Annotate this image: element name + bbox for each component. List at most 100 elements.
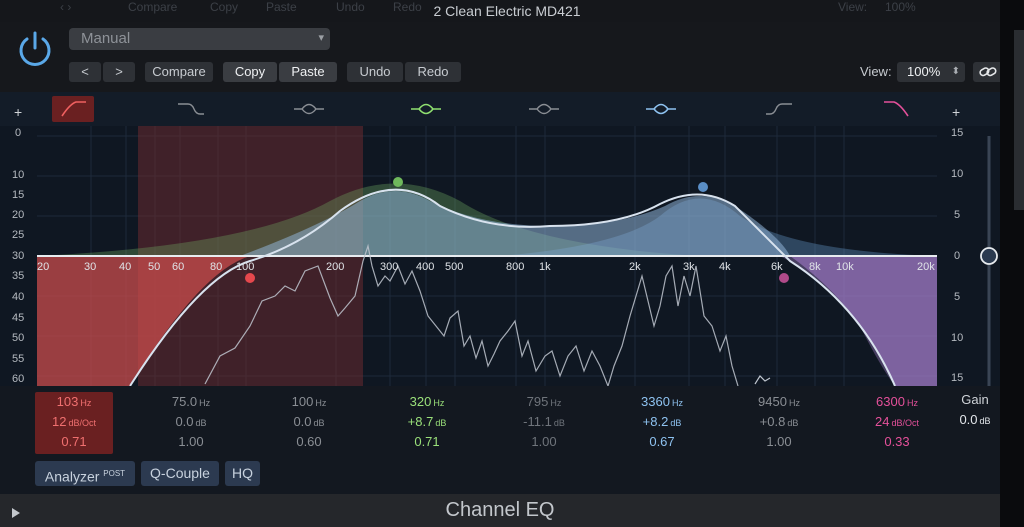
bell-icon[interactable] bbox=[523, 96, 565, 122]
band-params-lowshelf[interactable]: 75.0 Hz 0.0 dB 1.00 bbox=[152, 392, 230, 452]
band-params-4[interactable]: 320 Hz +8.7 dB 0.71 bbox=[388, 392, 466, 452]
hz-label: 3k bbox=[683, 261, 695, 273]
slope-value[interactable]: 12 bbox=[52, 414, 66, 429]
analyzer-label: Analyzer bbox=[44, 468, 100, 485]
compare-button[interactable]: Compare bbox=[145, 62, 213, 82]
db-left-plus[interactable]: + bbox=[14, 104, 22, 120]
slope-unit: dB/Oct bbox=[68, 418, 96, 428]
analyzer-button[interactable]: Analyzer POST bbox=[35, 461, 135, 486]
low-shelf-icon[interactable] bbox=[170, 96, 212, 122]
hz-label: 8k bbox=[809, 261, 821, 273]
db-label-right: 0 bbox=[954, 250, 961, 262]
band-params-highshelf[interactable]: 9450 Hz +0.8 dB 1.00 bbox=[740, 392, 818, 452]
gain-value[interactable]: 0.0 bbox=[959, 412, 977, 427]
db-right-plus[interactable]: + bbox=[952, 104, 960, 120]
plugin-header: Manual ▾ < > Compare Copy Paste Undo Red… bbox=[0, 22, 1003, 92]
gain-unit: dB bbox=[979, 416, 991, 426]
hz-label: 800 bbox=[506, 261, 525, 273]
preset-dropdown[interactable]: Manual ▾ bbox=[69, 28, 330, 50]
copy-button[interactable]: Copy bbox=[223, 62, 277, 82]
freq-unit: Hz bbox=[788, 398, 800, 408]
bell-icon[interactable] bbox=[288, 96, 330, 122]
hz-label: 200 bbox=[326, 261, 345, 273]
gain-value[interactable]: 0.0 bbox=[175, 414, 193, 429]
analyzer-post-label: POST bbox=[103, 469, 126, 478]
q-value[interactable]: 0.33 bbox=[884, 434, 909, 449]
q-value[interactable]: 1.00 bbox=[766, 434, 791, 449]
band-parameters: 103 Hz 12 dB/Oct 0.71 75.0 Hz 0.0 dB 1.00 10… bbox=[0, 386, 1000, 458]
band-params-3[interactable]: 100 Hz 0.0 dB 0.60 bbox=[270, 392, 348, 452]
db-label: 20 bbox=[12, 209, 25, 221]
gain-value[interactable]: -11.1 bbox=[523, 414, 552, 429]
paste-button[interactable]: Paste bbox=[279, 62, 337, 82]
preset-value: Manual bbox=[81, 30, 131, 47]
hz-label: 20 bbox=[37, 261, 50, 273]
freq-value[interactable]: 320 bbox=[410, 394, 432, 409]
gain-unit: dB bbox=[435, 418, 447, 428]
high-cut-icon[interactable] bbox=[876, 96, 918, 122]
hz-label: 80 bbox=[210, 261, 223, 273]
gain-unit: dB bbox=[195, 418, 207, 428]
next-preset-button[interactable]: > bbox=[103, 62, 135, 82]
gain-unit: dB bbox=[787, 418, 799, 428]
q-value[interactable]: 1.00 bbox=[531, 434, 556, 449]
high-shelf-icon[interactable] bbox=[758, 96, 800, 122]
band-4-handle bbox=[393, 177, 403, 187]
side-strip bbox=[1014, 30, 1024, 210]
redo-button[interactable]: Redo bbox=[405, 62, 461, 82]
prev-preset-button[interactable]: < bbox=[69, 62, 101, 82]
hz-label: 10k bbox=[836, 261, 854, 273]
low-cut-icon[interactable] bbox=[52, 96, 94, 122]
freq-value[interactable]: 75.0 bbox=[172, 394, 197, 409]
chevron-down-icon: ▾ bbox=[318, 32, 324, 44]
high-cut-handle bbox=[779, 273, 789, 283]
q-value[interactable]: 0.71 bbox=[414, 434, 439, 449]
band-params-5[interactable]: 795 Hz -11.1 dB 1.00 bbox=[505, 392, 583, 452]
window-title-bar: ‹ › Compare Copy Paste Undo Redo View: 1… bbox=[0, 0, 1024, 22]
eq-graph[interactable]: 0 10 15 20 25 30 35 40 45 50 55 60 15 10… bbox=[0, 126, 1000, 386]
freq-value[interactable]: 103 bbox=[57, 394, 79, 409]
freq-unit: Hz bbox=[671, 398, 683, 408]
slope-value[interactable]: 24 bbox=[875, 414, 889, 429]
hz-label: 400 bbox=[416, 261, 435, 273]
low-cut-handle bbox=[245, 273, 255, 283]
view-zoom-select[interactable]: 100% ⬍ bbox=[897, 62, 965, 82]
q-value[interactable]: 1.00 bbox=[178, 434, 203, 449]
freq-unit: Hz bbox=[550, 398, 562, 408]
gain-value[interactable]: +8.2 bbox=[643, 414, 669, 429]
hq-button[interactable]: HQ bbox=[225, 461, 260, 486]
band-params-lowcut[interactable]: 103 Hz 12 dB/Oct 0.71 bbox=[35, 392, 113, 454]
window-title: 2 Clean Electric MD421 bbox=[433, 3, 581, 19]
q-value[interactable]: 0.71 bbox=[61, 434, 86, 449]
gain-value[interactable]: 0.0 bbox=[293, 414, 311, 429]
q-value[interactable]: 0.60 bbox=[296, 434, 321, 449]
db-label: 60 bbox=[12, 373, 25, 385]
view-zoom-value: 100% bbox=[907, 64, 941, 79]
eq-graph-canvas[interactable] bbox=[0, 126, 1000, 386]
gain-label: Gain bbox=[961, 392, 989, 407]
plugin-footer: Channel EQ bbox=[0, 494, 1000, 527]
gain-value[interactable]: +0.8 bbox=[760, 414, 786, 429]
band-params-highcut[interactable]: 6300 Hz 24 dB/Oct 0.33 bbox=[858, 392, 936, 452]
band-params-6[interactable]: 3360 Hz +8.2 dB 0.67 bbox=[623, 392, 701, 452]
power-icon[interactable] bbox=[16, 30, 54, 68]
undo-button[interactable]: Undo bbox=[347, 62, 403, 82]
freq-value[interactable]: 3360 bbox=[641, 394, 670, 409]
freq-value[interactable]: 6300 bbox=[876, 394, 905, 409]
hz-label: 50 bbox=[148, 261, 161, 273]
db-label: 40 bbox=[12, 291, 25, 303]
freq-unit: Hz bbox=[433, 398, 445, 408]
q-value[interactable]: 0.67 bbox=[649, 434, 674, 449]
band-selector-bar: + + bbox=[0, 92, 1000, 126]
freq-value[interactable]: 9450 bbox=[758, 394, 787, 409]
output-gain[interactable]: Gain 0.0 dB bbox=[951, 390, 999, 430]
hz-label: 30 bbox=[84, 261, 97, 273]
hz-label: 300 bbox=[380, 261, 399, 273]
q-couple-button[interactable]: Q-Couple bbox=[141, 461, 219, 486]
freq-value[interactable]: 795 bbox=[527, 394, 549, 409]
bell-icon-active-green[interactable] bbox=[405, 96, 447, 122]
link-button[interactable] bbox=[973, 62, 1003, 82]
gain-value[interactable]: +8.7 bbox=[408, 414, 434, 429]
freq-value[interactable]: 100 bbox=[292, 394, 314, 409]
bell-icon-active-blue[interactable] bbox=[640, 96, 682, 122]
